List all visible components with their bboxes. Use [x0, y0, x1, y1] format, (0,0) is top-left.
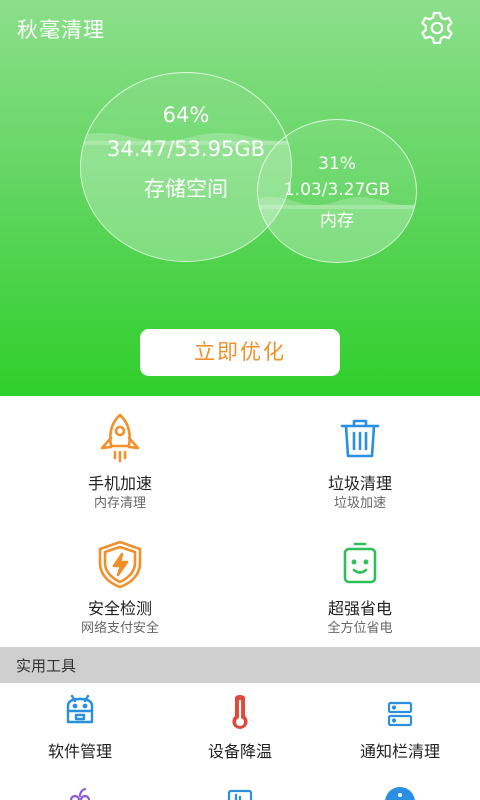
settings-button[interactable]	[417, 8, 457, 48]
battery-icon	[343, 542, 377, 584]
feature-phone-boost-title: 手机加速	[87, 474, 152, 493]
notification-icon	[387, 701, 413, 727]
rocket-icon	[100, 413, 140, 463]
memory-label: 内存	[320, 211, 354, 231]
feature-power-save-title: 超强省电	[327, 599, 392, 618]
trash-icon	[340, 419, 380, 458]
memory-usage: 1.03/3.27GB	[283, 180, 391, 200]
memory-bubble[interactable]: 31% 1.03/3.27GB 内存	[257, 119, 417, 263]
info-icon	[385, 787, 415, 800]
feature-phone-boost[interactable]: 手机加速 内存清理	[0, 410, 240, 520]
tools-section-header: 实用工具	[0, 647, 480, 683]
feature-power-save-sub: 全方位省电	[327, 621, 393, 636]
grape-icon	[69, 787, 91, 800]
feature-junk-clean-title: 垃圾清理	[327, 474, 392, 493]
tool-row2-item-1[interactable]	[0, 786, 160, 800]
feature-security-check-sub: 网络支付安全	[80, 621, 159, 636]
tool-row2-item-2[interactable]	[160, 788, 320, 800]
memory-percent: 31%	[318, 154, 356, 174]
tool-app-manager[interactable]: 软件管理	[0, 692, 160, 772]
tools-section-title: 实用工具	[16, 657, 77, 675]
tool-notification-clean-label: 通知栏清理	[359, 742, 440, 761]
gear-icon	[421, 11, 453, 45]
tool-notification-clean[interactable]: 通知栏清理	[320, 692, 480, 772]
feature-phone-boost-sub: 内存清理	[93, 496, 146, 511]
tool-cool-down-label: 设备降温	[207, 742, 272, 761]
thermometer-icon	[232, 695, 248, 729]
storage-percent: 64%	[162, 103, 210, 127]
tool-app-manager-label: 软件管理	[47, 742, 112, 761]
optimize-button[interactable]: 立即优化	[140, 329, 340, 376]
feature-security-check[interactable]: 安全检测 网络支付安全	[0, 537, 240, 647]
chart-icon	[227, 789, 253, 800]
feature-junk-clean[interactable]: 垃圾清理 垃圾加速	[240, 410, 480, 520]
feature-security-check-title: 安全检测	[87, 599, 152, 618]
feature-junk-clean-sub: 垃圾加速	[333, 496, 386, 511]
tool-row2-item-3[interactable]	[320, 786, 480, 800]
hero-panel: 秋毫清理 64% 34.47/53.95GB 存储空间 31% 1.03/3.2…	[0, 0, 480, 396]
feature-power-save[interactable]: 超强省电 全方位省电	[240, 537, 480, 647]
tool-cool-down[interactable]: 设备降温	[160, 692, 320, 772]
app-title: 秋毫清理	[17, 18, 105, 42]
shield-icon	[98, 540, 142, 589]
android-icon	[66, 694, 94, 724]
